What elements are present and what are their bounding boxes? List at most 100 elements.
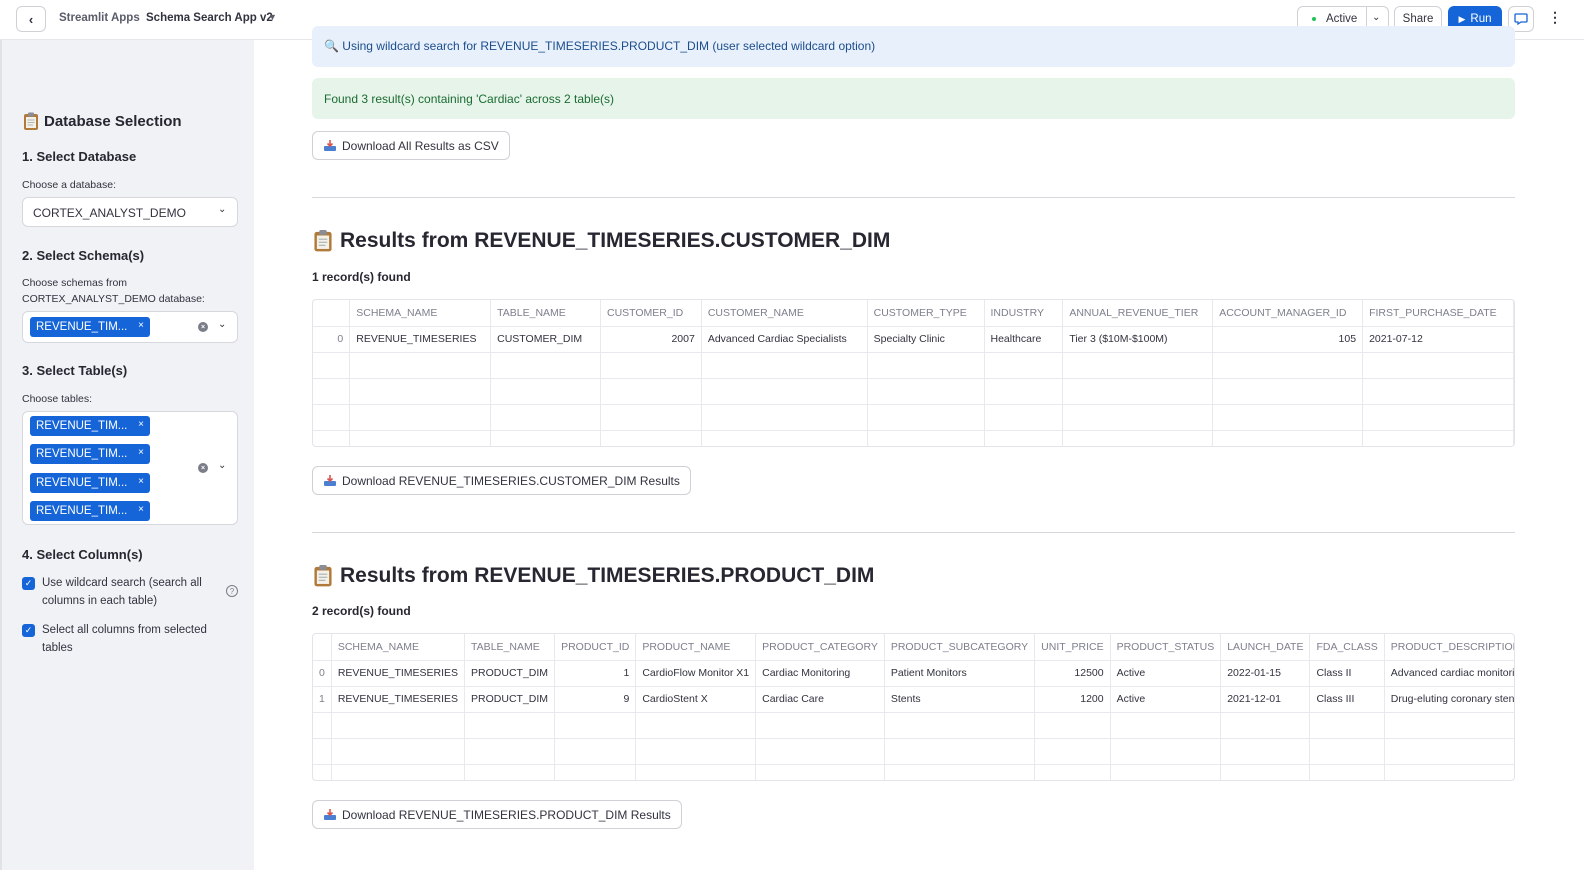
table-cell[interactable]	[984, 404, 1064, 431]
table-cell[interactable]: 2021-07-12	[1362, 326, 1514, 353]
column-header[interactable]: TABLE_NAME	[464, 634, 556, 661]
table-cell[interactable]: CUSTOMER_DIM	[490, 326, 601, 353]
table-row[interactable]: 1 REVENUE_TIMESERIES PRODUCT_DIM 9 CardioSte…	[313, 686, 1514, 713]
table-cell[interactable]	[1384, 764, 1514, 780]
table-cell[interactable]	[1212, 378, 1364, 405]
table-cell[interactable]: CardioFlow Monitor X1	[635, 660, 757, 687]
table-tag[interactable]: REVENUE_TIM... ×	[30, 416, 150, 436]
table-row[interactable]	[313, 712, 1514, 739]
table-cell[interactable]	[331, 712, 466, 739]
table-cell[interactable]	[1362, 404, 1514, 431]
remove-tag-icon[interactable]: ×	[138, 447, 144, 458]
remove-tag-icon[interactable]: ×	[138, 419, 144, 430]
table-cell[interactable]	[984, 430, 1064, 446]
table-cell[interactable]: Cardiac Care	[755, 686, 885, 713]
table-cell[interactable]	[600, 378, 702, 405]
customer-results-table[interactable]: SCHEMA_NAME TABLE_NAME CUSTOMER_ID CUSTOMER…	[312, 299, 1515, 447]
column-header[interactable]: FIRST_PURCHASE_DATE	[1362, 300, 1514, 327]
table-cell[interactable]	[635, 764, 757, 780]
table-cell[interactable]	[1110, 712, 1222, 739]
breadcrumb-apps-link[interactable]: Streamlit Apps	[59, 12, 140, 24]
table-cell[interactable]	[554, 738, 637, 765]
clear-selection-icon[interactable]: ×	[198, 463, 208, 473]
table-cell[interactable]	[635, 738, 757, 765]
table-cell[interactable]	[331, 764, 466, 780]
all-columns-checkbox[interactable]: ✓	[22, 624, 35, 637]
back-button[interactable]: ‹	[16, 6, 46, 32]
table-cell[interactable]	[1110, 738, 1222, 765]
column-header[interactable]: PRODUCT_SUBCATEGORY	[884, 634, 1036, 661]
table-cell[interactable]	[464, 764, 556, 780]
column-header[interactable]: LAUNCH_DATE	[1220, 634, 1311, 661]
table-cell[interactable]	[701, 378, 868, 405]
table-cell[interactable]: PRODUCT_DIM	[464, 660, 556, 687]
table-cell[interactable]	[490, 352, 601, 379]
table-cell[interactable]	[490, 404, 601, 431]
table-tag[interactable]: REVENUE_TIM... ×	[30, 473, 150, 493]
table-cell[interactable]	[490, 430, 601, 446]
table-row[interactable]	[313, 430, 1514, 446]
table-tag[interactable]: REVENUE_TIM... ×	[30, 444, 150, 464]
table-cell[interactable]	[464, 712, 556, 739]
app-name[interactable]: Schema Search App v2	[146, 12, 273, 24]
table-cell[interactable]: Advanced Cardiac Specialists	[701, 326, 868, 353]
table-cell[interactable]	[1309, 738, 1385, 765]
column-header[interactable]: FDA_CLASS	[1309, 634, 1385, 661]
table-cell[interactable]: Drug-eluting coronary stent	[1384, 686, 1514, 713]
column-header[interactable]: ANNUAL_REVENUE_TIER	[1062, 300, 1214, 327]
column-header[interactable]: CUSTOMER_NAME	[701, 300, 868, 327]
table-cell[interactable]: 1	[554, 660, 637, 687]
table-cell[interactable]	[1384, 712, 1514, 739]
column-header[interactable]: PRODUCT_NAME	[635, 634, 757, 661]
table-cell[interactable]	[1220, 764, 1311, 780]
table-cell[interactable]	[600, 404, 702, 431]
table-cell[interactable]	[1212, 404, 1364, 431]
database-select[interactable]: CORTEX_ANALYST_DEMO ⌄	[22, 197, 238, 227]
table-cell[interactable]	[884, 764, 1036, 780]
table-cell[interactable]	[349, 430, 492, 446]
chevron-down-icon[interactable]: ⌄	[218, 319, 226, 330]
table-cell[interactable]: Class III	[1309, 686, 1385, 713]
table-cell[interactable]: Patient Monitors	[884, 660, 1036, 687]
table-cell[interactable]	[867, 404, 985, 431]
caret-down-icon[interactable]: ▼	[268, 12, 277, 22]
table-cell[interactable]: Advanced cardiac monitoring sy	[1384, 660, 1514, 687]
table-cell[interactable]	[635, 712, 757, 739]
tables-multiselect[interactable]: REVENUE_TIM... × REVENUE_TIM... × REVENU…	[22, 411, 238, 525]
table-cell[interactable]	[1034, 712, 1111, 739]
table-cell[interactable]	[884, 738, 1036, 765]
table-cell[interactable]	[554, 712, 637, 739]
table-cell[interactable]	[701, 352, 868, 379]
table-cell[interactable]	[884, 712, 1036, 739]
table-cell[interactable]: 12500	[1034, 660, 1111, 687]
table-cell[interactable]: 105	[1212, 326, 1364, 353]
table-tag[interactable]: REVENUE_TIM... ×	[30, 501, 150, 521]
table-cell[interactable]	[1110, 764, 1222, 780]
table-cell[interactable]	[1362, 430, 1514, 446]
download-customer-button[interactable]: Download REVENUE_TIMESERIES.CUSTOMER_DIM…	[312, 466, 691, 495]
table-cell[interactable]	[349, 352, 492, 379]
chevron-down-icon[interactable]: ⌄	[1372, 12, 1380, 23]
column-header[interactable]: SCHEMA_NAME	[349, 300, 492, 327]
table-row[interactable]: 0 REVENUE_TIMESERIES PRODUCT_DIM 1 CardioFlo…	[313, 660, 1514, 687]
table-cell[interactable]	[984, 378, 1064, 405]
table-cell[interactable]	[867, 430, 985, 446]
table-cell[interactable]	[867, 352, 985, 379]
column-header[interactable]: ACCOUNT_MANAGER_ID	[1212, 300, 1364, 327]
column-header[interactable]: CUSTOMER_TYPE	[867, 300, 985, 327]
table-cell[interactable]	[1362, 378, 1514, 405]
table-row[interactable]	[313, 352, 1514, 379]
table-row[interactable]	[313, 764, 1514, 780]
table-cell[interactable]: 2022-01-15	[1220, 660, 1311, 687]
table-cell[interactable]	[1034, 764, 1111, 780]
column-header[interactable]: UNIT_PRICE	[1034, 634, 1111, 661]
table-cell[interactable]	[490, 378, 601, 405]
table-row[interactable]	[313, 738, 1514, 765]
table-cell[interactable]	[1362, 352, 1514, 379]
table-cell[interactable]	[1220, 712, 1311, 739]
table-cell[interactable]	[1309, 712, 1385, 739]
table-row[interactable]	[313, 378, 1514, 405]
table-cell[interactable]	[755, 738, 885, 765]
remove-tag-icon[interactable]: ×	[138, 476, 144, 487]
table-cell[interactable]	[1062, 404, 1214, 431]
